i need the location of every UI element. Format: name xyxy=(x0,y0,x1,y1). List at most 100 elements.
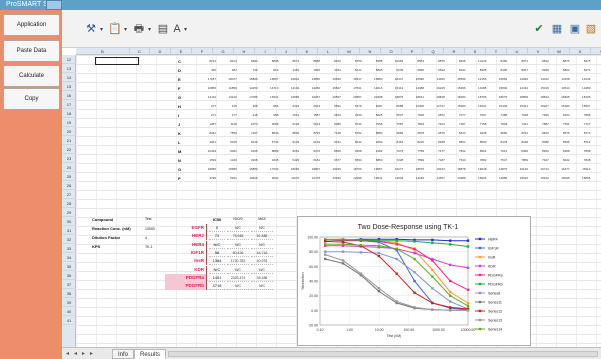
data-cell[interactable]: 18641 xyxy=(403,95,424,99)
column-header[interactable]: O xyxy=(381,48,402,55)
data-cell[interactable]: 10053 xyxy=(382,59,403,63)
ic50-col3-value[interactable]: N/C xyxy=(251,241,273,249)
data-cell[interactable]: 9103 xyxy=(278,140,300,144)
data-cell[interactable]: 3454 xyxy=(320,68,341,72)
data-cell[interactable]: 3795 xyxy=(195,176,216,180)
data-cell[interactable]: 1118 xyxy=(216,122,237,126)
data-cell[interactable]: 8154 xyxy=(549,113,570,117)
data-cell[interactable]: 6878 xyxy=(424,131,445,135)
data-cell[interactable]: 15686 xyxy=(216,167,236,171)
paste-dropdown-icon[interactable]: ▾ xyxy=(124,26,127,33)
data-cell[interactable]: 6554 xyxy=(341,158,362,162)
data-cell[interactable]: 5025 xyxy=(361,113,383,117)
data-cell[interactable]: 618 xyxy=(237,113,258,117)
column-header[interactable]: W xyxy=(549,48,570,55)
column-header[interactable]: K xyxy=(297,48,318,55)
data-cell[interactable]: 5151 xyxy=(216,176,237,180)
column-header[interactable]: X xyxy=(570,48,591,55)
dose-response-chart[interactable]: Two Dose-Response using TK-1 100.00 80.00 6… xyxy=(297,216,531,346)
row-header[interactable]: 34 xyxy=(62,253,76,262)
data-cell[interactable]: 6813 xyxy=(445,131,466,135)
ic50-value[interactable]: 4718 xyxy=(209,282,225,291)
data-cell[interactable]: 7148 xyxy=(320,131,341,135)
data-cell[interactable]: 8819 xyxy=(528,131,549,135)
ic50-col3-value[interactable]: N/C xyxy=(251,266,273,274)
data-cell[interactable]: 2913 xyxy=(299,104,320,108)
data-cell[interactable]: 7599 xyxy=(403,158,424,162)
ic50-col3-value[interactable]: 39.186 xyxy=(251,274,273,282)
column-header[interactable]: L xyxy=(318,48,339,55)
data-cell[interactable]: 8964 xyxy=(465,149,487,153)
data-cell[interactable]: 1587 xyxy=(299,113,320,117)
next-sheet-icon[interactable]: ▸ xyxy=(82,350,85,357)
data-cell[interactable]: 8600 xyxy=(465,140,487,144)
data-cell[interactable]: 7187 xyxy=(424,158,445,162)
column-header[interactable]: M xyxy=(339,48,360,55)
data-cell[interactable]: 9165 xyxy=(237,149,258,153)
data-cell[interactable]: 8281 xyxy=(195,131,216,135)
spreadsheet[interactable]: BCDEFGHIJKLMNOPQRSTUVWXYZ 12131415161718… xyxy=(62,48,601,347)
data-cell[interactable]: 3644 xyxy=(320,113,341,117)
data-cell[interactable]: 7913 xyxy=(486,149,508,153)
data-cell[interactable]: 7077 xyxy=(445,113,466,117)
data-cell[interactable]: 9182 xyxy=(361,149,383,153)
data-cell[interactable]: 11856 xyxy=(216,86,237,90)
data-cell[interactable]: 15184 xyxy=(549,104,569,108)
tab-info[interactable]: Info xyxy=(112,349,135,359)
data-cell[interactable]: 12434 xyxy=(507,86,528,90)
row-header[interactable]: 25 xyxy=(62,172,76,181)
paste-icon[interactable]: 📋 xyxy=(108,22,122,36)
prev-sheet-icon[interactable]: ◂ xyxy=(74,350,77,357)
ic50-col2-value[interactable]: N/C xyxy=(227,241,249,249)
data-cell[interactable]: 8388 xyxy=(361,59,383,63)
data-cell[interactable]: 17086 xyxy=(237,95,257,99)
row-header[interactable]: 20 xyxy=(62,127,76,136)
data-cell[interactable]: 15802 xyxy=(486,86,507,90)
data-cell[interactable]: 8583 xyxy=(403,59,424,63)
data-cell[interactable]: 8474 xyxy=(569,68,591,72)
data-cell[interactable]: 8484 xyxy=(237,59,258,63)
data-cell[interactable]: 5479 xyxy=(341,104,362,108)
data-cell[interactable]: 18066 xyxy=(278,167,299,171)
data-cell[interactable]: 5507 xyxy=(382,113,404,117)
data-cell[interactable]: 7477 xyxy=(424,149,445,153)
row-header[interactable]: 36 xyxy=(62,271,76,280)
row-header[interactable]: 19 xyxy=(62,118,76,127)
data-cell[interactable]: 8088 xyxy=(528,140,549,144)
data-cell[interactable]: 17003 xyxy=(257,167,278,171)
data-cell[interactable]: 14158 xyxy=(549,77,569,81)
ic50-value[interactable]: 1451 xyxy=(209,274,225,282)
data-cell[interactable]: 15510 xyxy=(507,176,528,180)
font-dropdown-icon[interactable]: ▾ xyxy=(184,26,187,33)
data-cell[interactable]: 6890 xyxy=(403,68,424,72)
data-cell[interactable]: 13190 xyxy=(320,176,340,180)
data-cell[interactable]: 16120 xyxy=(507,167,528,171)
data-cell[interactable]: 8464 xyxy=(382,140,404,144)
ic50-col2-value[interactable]: N/C xyxy=(227,266,249,274)
ic50-col2-value[interactable]: N/C xyxy=(227,282,249,291)
ic50-col2-value[interactable]: 1720.782 xyxy=(227,257,249,266)
data-cell[interactable]: 12865 xyxy=(195,86,216,90)
data-cell[interactable]: 8750 xyxy=(341,59,362,63)
conc-value[interactable]: 10000 xyxy=(145,227,155,231)
data-cell[interactable]: 19557 xyxy=(361,167,382,171)
data-cell[interactable]: 7423 xyxy=(424,122,445,126)
data-cell[interactable]: 9850 xyxy=(486,131,508,135)
data-cell[interactable]: 6802 xyxy=(549,68,570,72)
data-cell[interactable]: 5425 xyxy=(278,158,300,162)
column-header[interactable]: V xyxy=(528,48,549,55)
data-cell[interactable]: 10133 xyxy=(465,59,486,63)
column-header[interactable]: Y xyxy=(591,48,601,55)
data-cell[interactable]: 8096 xyxy=(507,149,528,153)
data-cell[interactable]: 7540 xyxy=(445,158,466,162)
ic50-value[interactable]: N/C xyxy=(209,241,225,249)
data-cell[interactable]: 1873 xyxy=(237,122,258,126)
data-cell[interactable]: 16477 xyxy=(549,167,569,171)
column-header[interactable]: I xyxy=(255,48,276,55)
data-cell[interactable]: 14050 xyxy=(424,77,444,81)
data-cell[interactable]: 12378 xyxy=(299,176,320,180)
data-cell[interactable]: 18055 xyxy=(195,167,216,171)
data-cell[interactable]: 7065 xyxy=(361,122,383,126)
data-cell[interactable]: 18106 xyxy=(569,95,590,99)
data-cell[interactable]: 7228 xyxy=(382,158,404,162)
